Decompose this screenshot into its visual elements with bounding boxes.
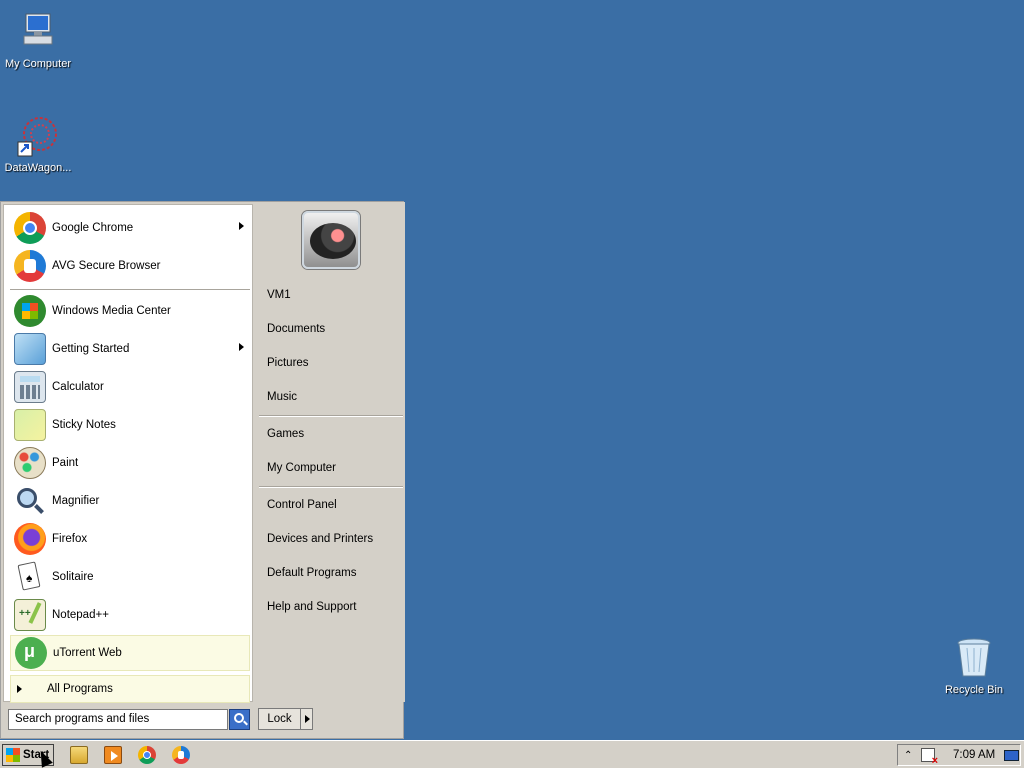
menu-separator (10, 289, 250, 291)
desktop-icon-datawagon[interactable]: DataWagon... (0, 114, 76, 174)
menu-item-label: Paint (52, 457, 79, 469)
menu-item-google-chrome[interactable]: Google Chrome (10, 210, 250, 246)
menu-item-sticky-notes[interactable]: Sticky Notes (10, 407, 250, 443)
menu-item-magnifier[interactable]: Magnifier (10, 483, 250, 519)
right-item-pictures[interactable]: Pictures (267, 353, 309, 373)
explorer-icon[interactable] (70, 746, 88, 764)
lock-button[interactable]: Lock (258, 708, 301, 730)
expand-arrow-icon (17, 685, 22, 693)
user-picture-avatar[interactable] (302, 211, 360, 269)
menu-item-paint[interactable]: Paint (10, 445, 250, 481)
menu-separator (259, 486, 403, 488)
menu-item-label: Calculator (52, 381, 104, 393)
menu-item-label: Solitaire (52, 571, 94, 583)
menu-item-label: Notepad++ (52, 609, 109, 621)
desktop-icon-label: My Computer (4, 58, 72, 70)
desktop-icon-label: DataWagon... (4, 162, 72, 174)
chrome-icon (14, 212, 46, 244)
media-center-icon (14, 295, 46, 327)
menu-item-calculator[interactable]: Calculator (10, 369, 250, 405)
right-item-documents[interactable]: Documents (267, 319, 325, 339)
media-player-icon[interactable] (104, 746, 122, 764)
menu-item-label: AVG Secure Browser (52, 260, 161, 272)
recycle-bin-icon (952, 636, 996, 680)
desktop-icon-my-computer[interactable]: My Computer (0, 10, 76, 70)
start-menu: Google Chrome AVG Secure Browser Windows… (0, 201, 405, 739)
taskbar: Start ⌃ 7:09 AM (0, 740, 1024, 768)
menu-item-solitaire[interactable]: ♠ Solitaire (10, 559, 250, 595)
show-desktop-icon[interactable] (1004, 750, 1019, 761)
menu-item-label: Firefox (52, 533, 88, 545)
menu-item-avg-secure-browser[interactable]: AVG Secure Browser (10, 248, 250, 284)
search-input[interactable]: Search programs and files (8, 709, 228, 730)
action-center-icon[interactable] (921, 748, 938, 767)
menu-item-utorrent-web[interactable]: μ uTorrent Web (10, 635, 250, 671)
menu-item-getting-started[interactable]: Getting Started (10, 331, 250, 367)
menu-item-windows-media-center[interactable]: Windows Media Center (10, 293, 250, 329)
menu-item-label: Getting Started (52, 343, 130, 355)
right-item-devices-and-printers[interactable]: Devices and Printers (267, 529, 373, 549)
places-pane: VM1 Documents Pictures Music Games My Co… (255, 202, 405, 702)
firefox-icon (14, 523, 46, 555)
clock[interactable]: 7:09 AM (953, 749, 995, 761)
right-item-my-computer[interactable]: My Computer (267, 458, 336, 478)
search-button[interactable] (229, 709, 250, 730)
show-hidden-icons-icon[interactable]: ⌃ (904, 750, 912, 761)
submenu-arrow-icon (239, 343, 244, 351)
datawagon-icon (16, 114, 60, 158)
menu-item-firefox[interactable]: Firefox (10, 521, 250, 557)
programs-pane: Google Chrome AVG Secure Browser Windows… (3, 204, 253, 703)
avg-browser-icon[interactable] (172, 746, 190, 764)
windows-logo-icon (6, 748, 20, 762)
notepadpp-icon: ++ (14, 599, 46, 631)
right-item-games[interactable]: Games (267, 424, 304, 444)
menu-item-label: Windows Media Center (52, 305, 171, 317)
menu-item-label: Magnifier (52, 495, 100, 507)
menu-separator (259, 415, 403, 417)
menu-item-label: Google Chrome (52, 222, 134, 234)
calculator-icon (14, 371, 46, 403)
desktop-icon-label: Recycle Bin (944, 684, 1004, 696)
submenu-arrow-icon (239, 222, 244, 230)
menu-item-label: Sticky Notes (52, 419, 116, 431)
avg-browser-icon (14, 250, 46, 282)
right-item-vm1[interactable]: VM1 (267, 285, 291, 305)
sticky-notes-icon (14, 409, 46, 441)
right-item-help-and-support[interactable]: Help and Support (267, 597, 357, 617)
computer-icon (16, 10, 60, 54)
all-programs-button[interactable]: All Programs (10, 675, 250, 703)
shutdown-options-button[interactable] (300, 708, 313, 730)
solitaire-icon: ♠ (14, 561, 46, 593)
paint-icon (14, 447, 46, 479)
right-item-default-programs[interactable]: Default Programs (267, 563, 356, 583)
all-programs-label: All Programs (47, 683, 113, 695)
chrome-icon[interactable] (138, 746, 156, 764)
right-item-control-panel[interactable]: Control Panel (267, 495, 337, 515)
system-tray: ⌃ 7:09 AM (897, 744, 1021, 767)
right-item-music[interactable]: Music (267, 387, 297, 407)
getting-started-icon (14, 333, 46, 365)
magnifier-icon (14, 485, 46, 517)
utorrent-icon: μ (15, 637, 47, 669)
desktop-icon-recycle-bin[interactable]: Recycle Bin (936, 636, 1012, 696)
menu-item-label: uTorrent Web (53, 647, 122, 659)
menu-item-notepadpp[interactable]: ++ Notepad++ (10, 597, 250, 633)
